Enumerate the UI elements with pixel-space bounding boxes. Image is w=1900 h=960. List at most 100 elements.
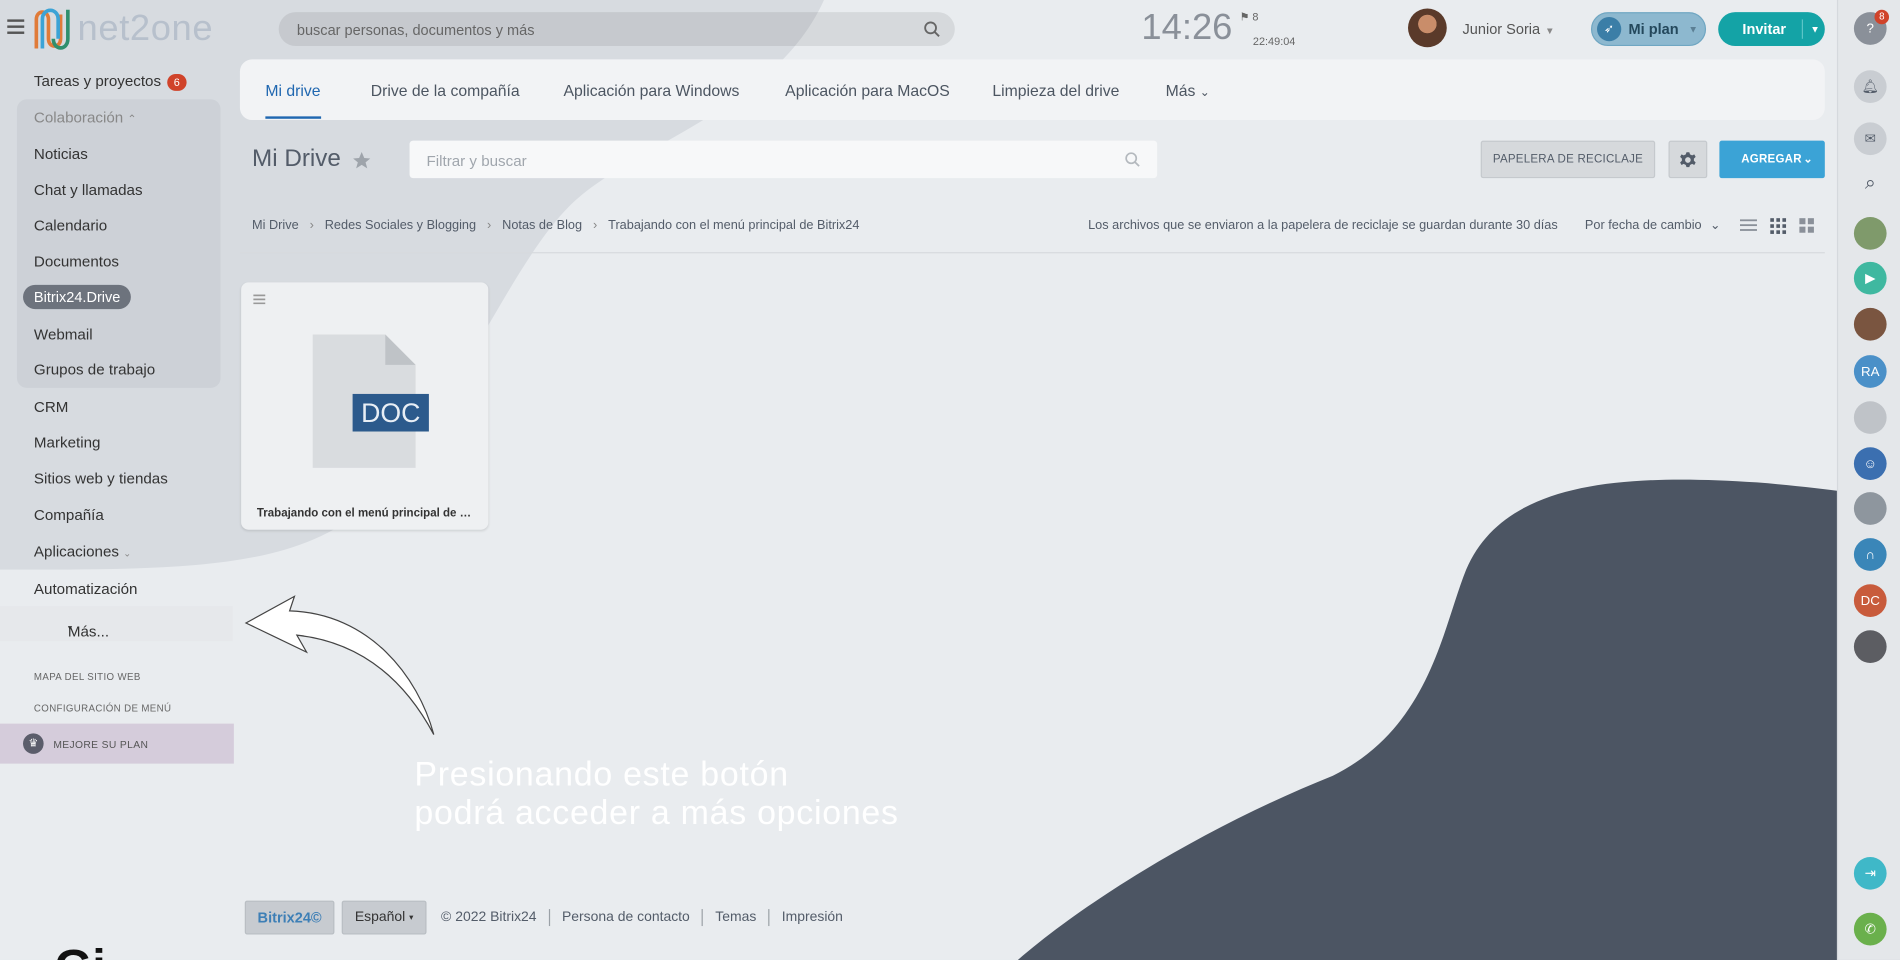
chevron-right-icon: › — [309, 218, 314, 233]
list-view-icon[interactable] — [1740, 219, 1757, 231]
language-label: Español — [354, 910, 406, 925]
contact-avatar-dc[interactable]: DC — [1853, 584, 1887, 617]
user-avatar[interactable] — [1407, 8, 1447, 48]
menu-toggle-icon[interactable] — [7, 19, 25, 34]
search-icon[interactable] — [1124, 152, 1140, 168]
contact-avatar[interactable] — [1853, 492, 1887, 525]
menu-item-automation[interactable]: Automatización — [34, 581, 138, 598]
menu-item-applications[interactable]: Aplicaciones ⌄ — [34, 543, 131, 560]
sort-label: Por fecha de cambio — [1584, 218, 1702, 233]
file-tile[interactable]: DOC Trabajando con el menú principal de … — [241, 282, 489, 530]
open-lines-icon[interactable]: ⇥ — [1853, 856, 1887, 890]
menu-item-workgroups[interactable]: Grupos de trabajo — [34, 361, 155, 378]
filter-bar[interactable] — [409, 140, 1158, 181]
file-type-label: DOC — [361, 398, 420, 428]
contact-avatar[interactable] — [1853, 216, 1887, 250]
add-label: AGREGAR — [1741, 152, 1802, 167]
search-input[interactable] — [278, 12, 906, 49]
annotation-line: podrá acceder a más opciones — [414, 793, 899, 832]
footer-link-themes[interactable]: Temas — [703, 909, 770, 927]
user-menu[interactable]: Junior Soria ▼ — [1463, 21, 1555, 38]
grid-view-icon[interactable] — [1770, 218, 1787, 234]
crown-icon: ♛ — [23, 733, 44, 754]
menu-item-tasks[interactable]: Tareas y proyectos 6 — [34, 73, 187, 91]
tab-macos-app[interactable]: Aplicación para MacOS — [785, 81, 950, 99]
menu-item-more[interactable]: Más... ▾ — [0, 606, 233, 642]
breadcrumb-item[interactable]: Notas de Blog — [502, 218, 582, 233]
chat-icon[interactable]: ✉︎ — [1853, 122, 1887, 156]
menu-item-company[interactable]: Compañía — [34, 507, 104, 524]
annotation-line: Presionando este botón — [414, 755, 789, 793]
annotation-text: Presionando este botón podrá acceder a m… — [414, 755, 898, 833]
contact-avatar-ra[interactable]: RA — [1853, 355, 1887, 388]
chevron-down-icon: ▾ — [409, 913, 414, 923]
filter-input[interactable] — [409, 140, 1108, 181]
contact-avatar[interactable] — [1853, 307, 1887, 341]
my-plan-button[interactable]: ➶ Mi plan ▼ — [1590, 12, 1707, 47]
tab-more[interactable]: Más ⌄ — [1166, 81, 1210, 99]
partial-glyph: Gi — [55, 943, 106, 960]
menu-item-documents[interactable]: Documentos — [34, 253, 119, 270]
tab-more-label: Más — [1165, 81, 1196, 100]
sitemap-link[interactable]: MAPA DEL SITIO WEB — [34, 672, 141, 683]
chevron-up-icon: ⌃ — [127, 112, 137, 125]
language-selector[interactable]: Español ▾ — [341, 900, 427, 935]
search-icon[interactable]: ⌕ — [1854, 167, 1887, 200]
menu-config-link[interactable]: CONFIGURACIÓN DE MENÚ — [34, 703, 171, 714]
section-label: Colaboración — [33, 109, 124, 127]
add-button[interactable]: AGREGAR ⌄ — [1719, 140, 1825, 179]
tab-windows-app[interactable]: Aplicación para Windows — [563, 81, 739, 99]
clock[interactable]: 14:26 — [1141, 7, 1232, 48]
recycle-bin-button[interactable]: PAPELERA DE RECICLAJE — [1480, 140, 1656, 179]
menu-item-sites[interactable]: Sitios web y tiendas — [34, 470, 168, 487]
doc-file-icon: DOC — [312, 334, 429, 468]
settings-button[interactable] — [1668, 140, 1708, 179]
chevron-down-icon: ▼ — [1544, 25, 1555, 37]
file-name[interactable]: Trabajando con el menú principal de Bi..… — [257, 507, 478, 520]
breadcrumb-item[interactable]: Redes Sociales y Blogging — [325, 218, 476, 233]
global-search[interactable] — [278, 12, 955, 49]
phone-icon[interactable]: ✆ — [1853, 912, 1887, 946]
menu-item-chat[interactable]: Chat y llamadas — [34, 182, 143, 199]
menu-item-news[interactable]: Noticias — [34, 145, 88, 162]
group-chat-icon[interactable]: ☺ — [1853, 447, 1887, 480]
chevron-down-icon: ⌄ — [123, 547, 132, 559]
chevron-down-icon: ⌄ — [1709, 218, 1721, 233]
upgrade-label: MEJORE SU PLAN — [53, 738, 149, 751]
menu-section-collaboration[interactable]: Colaboración ⌃ — [34, 109, 137, 126]
brand-logo[interactable]: net2one — [32, 4, 214, 55]
menu-item-label: Tareas y proyectos — [33, 72, 162, 90]
breadcrumb-item[interactable]: Trabajando con el menú principal de Bitr… — [608, 218, 859, 233]
bitrix24-logo[interactable]: Bitrix24© — [244, 900, 335, 935]
menu-item-marketing[interactable]: Marketing — [34, 434, 101, 451]
menu-item-webmail[interactable]: Webmail — [34, 326, 93, 343]
menu-item-calendar[interactable]: Calendario — [34, 217, 107, 234]
large-tiles-view-icon[interactable] — [1799, 218, 1814, 233]
copyright-text: © 2022 Bitrix24 — [429, 909, 550, 927]
upgrade-plan-button[interactable]: ♛ MEJORE SU PLAN — [0, 723, 234, 764]
top-bar: net2one 14:26 ⚑ 8 22:49:04 Junior Soria▼… — [0, 0, 1836, 58]
tab-my-drive[interactable]: Mi drive — [265, 81, 320, 99]
flag-counter[interactable]: ⚑ 8 — [1240, 11, 1259, 24]
tab-drive-cleanup[interactable]: Limpieza del drive — [992, 81, 1119, 99]
file-menu-icon[interactable] — [253, 294, 266, 305]
logo-text: net2one — [77, 8, 214, 49]
search-icon[interactable] — [923, 21, 940, 38]
breadcrumb-item[interactable]: Mi Drive — [252, 218, 299, 233]
tab-company-drive[interactable]: Drive de la compañía — [371, 81, 520, 99]
contact-avatar[interactable] — [1853, 401, 1887, 434]
rocket-icon: ➶ — [1597, 16, 1622, 42]
contact-avatar[interactable] — [1853, 630, 1887, 664]
company-logo-avatar[interactable]: ∩ — [1853, 538, 1887, 571]
menu-item-drive[interactable]: Bitrix24.Drive — [23, 284, 132, 310]
bell-icon[interactable]: 🔔︎ — [1853, 70, 1887, 104]
footer-link-print[interactable]: Impresión — [770, 909, 855, 926]
sort-dropdown[interactable]: Por fecha de cambio ⌄ — [1585, 218, 1721, 233]
chevron-down-icon[interactable]: ▼ — [1810, 24, 1820, 35]
invite-button[interactable]: Invitar ▼ — [1718, 12, 1825, 47]
chevron-right-icon: › — [487, 218, 492, 233]
menu-item-crm[interactable]: CRM — [34, 399, 68, 416]
video-call-icon[interactable]: ▶ — [1853, 261, 1887, 295]
footer-link-contact[interactable]: Persona de contacto — [550, 909, 704, 927]
favorite-star-icon[interactable] — [351, 150, 372, 171]
